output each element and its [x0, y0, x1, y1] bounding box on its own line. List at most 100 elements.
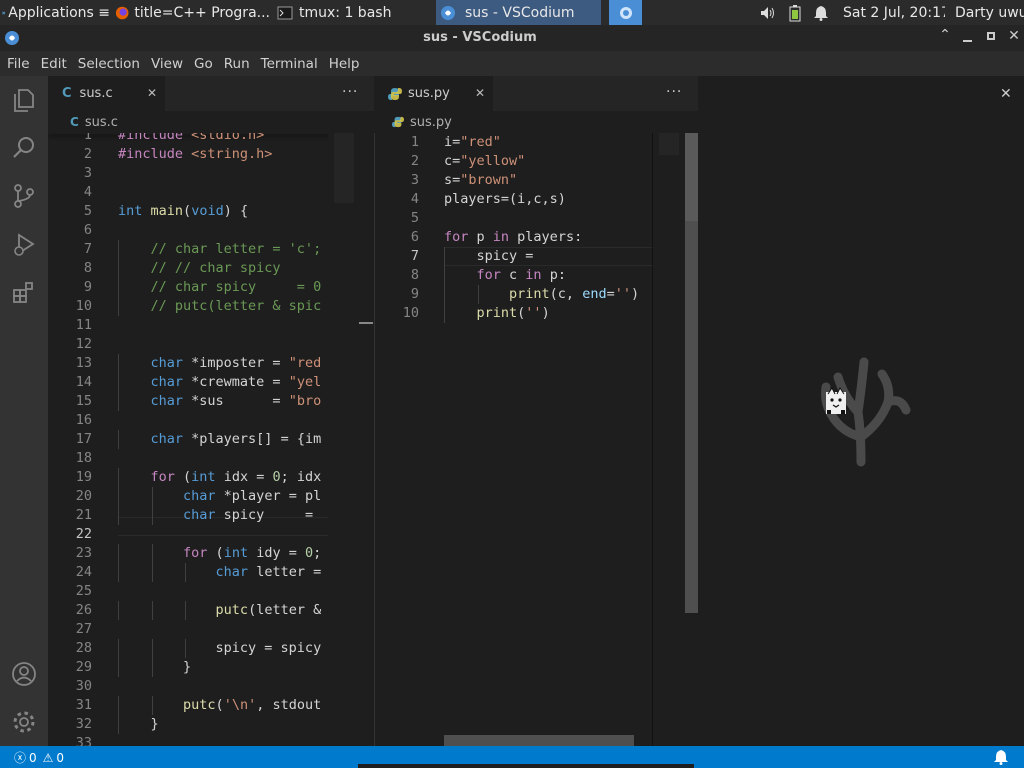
breadcrumb-file[interactable]: sus.c: [85, 115, 118, 130]
menu-terminal[interactable]: Terminal: [257, 56, 322, 72]
close-group-icon[interactable]: ✕: [1000, 86, 1012, 102]
close-tab-icon[interactable]: ✕: [475, 86, 485, 100]
user-name[interactable]: Darty uwu: [955, 0, 1024, 25]
account-icon[interactable]: [0, 650, 48, 698]
code-line[interactable]: players=(i,c,s): [444, 190, 566, 209]
code-line[interactable]: putc(letter &: [118, 601, 322, 620]
code-line[interactable]: char *sus = "bro: [118, 392, 322, 411]
line-number: 27: [75, 621, 92, 637]
line-number: 3: [83, 165, 92, 181]
chevron-up-icon[interactable]: ⌃: [936, 27, 954, 43]
panel-resize-handle[interactable]: [358, 764, 694, 768]
indent-guide: [151, 696, 153, 715]
minimize-icon[interactable]: [960, 29, 976, 45]
code-line[interactable]: #include <string.h>: [118, 145, 272, 164]
code-line[interactable]: char letter =: [118, 563, 322, 582]
code-line[interactable]: spicy = spicy: [118, 639, 322, 658]
maximize-icon[interactable]: [984, 29, 1000, 45]
indent-guide: [185, 563, 187, 582]
code-line[interactable]: putc('\n', stdout: [118, 696, 321, 715]
window-titlebar: sus - VSCodium ⌃ ✕: [0, 25, 1024, 51]
menu-view[interactable]: View: [147, 56, 187, 72]
code-line[interactable]: char *crewmate = "yel: [118, 373, 322, 392]
volume-icon[interactable]: [758, 0, 778, 25]
code-line[interactable]: print(''): [444, 304, 550, 323]
menu-help[interactable]: Help: [325, 56, 364, 72]
editor-sash[interactable]: [359, 322, 373, 324]
code-line[interactable]: spicy =: [444, 247, 542, 266]
indent-guide: [118, 354, 119, 373]
taskbar-window-vscodium[interactable]: sus - VSCodium: [436, 0, 601, 25]
run-debug-icon[interactable]: [0, 220, 48, 268]
close-window-icon[interactable]: ✕: [1006, 28, 1022, 44]
applications-menu[interactable]: Applications ≡: [0, 0, 110, 25]
code-line[interactable]: char spicy =: [118, 506, 321, 525]
clock[interactable]: Sat 2 Jul, 20:17: [843, 0, 945, 25]
line-number: 32: [75, 716, 92, 732]
line-number: 2: [410, 153, 419, 169]
warning-count: 0: [56, 750, 65, 765]
code-line[interactable]: for (int idx = 0; idx: [118, 468, 322, 487]
indent-guide: [444, 285, 445, 304]
minimap-right[interactable]: [653, 133, 685, 746]
files-icon[interactable]: [0, 76, 48, 124]
indent-guide: [118, 373, 119, 392]
breadcrumb-file[interactable]: sus.py: [410, 115, 452, 130]
vertical-scrollbar-track[interactable]: [685, 133, 698, 746]
code-line[interactable]: // char spicy = 0: [118, 278, 322, 297]
taskbar-window-firefox[interactable]: title=C++ Progra...: [112, 0, 270, 25]
code-editor-left[interactable]: 1 2 3 4 5 6 7 8 9 10 11 12 13 14 15 16 17 18 19 20 21 22 23 24 2…: [48, 133, 374, 746]
code-line[interactable]: i="red": [444, 133, 501, 152]
line-number: 5: [410, 210, 419, 226]
code-line[interactable]: int main(void) {: [118, 202, 248, 221]
code-line[interactable]: // putc(letter & spic: [118, 297, 322, 316]
breadcrumb-left: C sus.c: [48, 111, 374, 133]
line-number: 24: [75, 564, 92, 580]
workspace-switcher[interactable]: [609, 0, 642, 25]
notifications-bell-icon[interactable]: [811, 0, 831, 25]
code-line[interactable]: for (int idy = 0;: [118, 544, 321, 563]
line-number: 5: [83, 203, 92, 219]
taskbar-window-tmux[interactable]: tmux: 1 bash: [274, 0, 432, 25]
code-line[interactable]: c="yellow": [444, 152, 525, 171]
code-line[interactable]: print(c, end=''): [444, 285, 639, 304]
settings-gear-icon[interactable]: [0, 698, 48, 746]
menu-run[interactable]: Run: [220, 56, 254, 72]
code-line[interactable]: s="brown": [444, 171, 517, 190]
menu-go[interactable]: Go: [190, 56, 217, 72]
line-number: 6: [83, 222, 92, 238]
tab-label: sus.c: [79, 86, 113, 101]
source-control-icon[interactable]: [0, 172, 48, 220]
code-line[interactable]: for p in players:: [444, 228, 582, 247]
code-line[interactable]: char *player = pl: [118, 487, 321, 506]
minimap-left[interactable]: [328, 133, 374, 746]
more-actions-icon[interactable]: ···: [666, 84, 682, 100]
more-actions-icon[interactable]: ···: [342, 84, 358, 100]
line-number: 7: [410, 248, 419, 264]
tab-sus-c[interactable]: C sus.c ✕: [48, 76, 166, 111]
code-line[interactable]: for c in p:: [444, 266, 566, 285]
menu-edit[interactable]: Edit: [37, 56, 71, 72]
extensions-icon[interactable]: [0, 268, 48, 316]
code-line[interactable]: char *players[] = {im: [118, 430, 322, 449]
line-number: 4: [410, 191, 419, 207]
code-line[interactable]: // char letter = 'c';: [118, 240, 322, 259]
tab-sus-py[interactable]: sus.py ✕: [374, 76, 494, 111]
horizontal-scrollbar-thumb[interactable]: [444, 735, 634, 746]
problems-indicator[interactable]: ⓧ 0 ⚠ 0: [14, 749, 64, 766]
battery-icon[interactable]: [786, 0, 804, 25]
menu-selection[interactable]: Selection: [74, 56, 144, 72]
code-line[interactable]: char *imposter = "red: [118, 354, 322, 373]
notifications-bell-icon[interactable]: [994, 749, 1008, 765]
indent-guide: [118, 240, 119, 259]
code-line[interactable]: }: [118, 658, 191, 677]
code-editor-right[interactable]: 1 2 3 4 5 6 7 8 9 10 i="red" c="yellow" s="brown" pl…: [374, 133, 698, 746]
code-line[interactable]: }: [118, 715, 159, 734]
code-line[interactable]: // // char spicy: [118, 259, 281, 278]
line-number: 13: [75, 355, 92, 371]
menu-file[interactable]: File: [3, 56, 34, 72]
code-line[interactable]: #include <stdio.h>: [118, 133, 264, 145]
line-number: 9: [410, 286, 419, 302]
search-icon[interactable]: [0, 124, 48, 172]
close-tab-icon[interactable]: ✕: [147, 86, 157, 100]
